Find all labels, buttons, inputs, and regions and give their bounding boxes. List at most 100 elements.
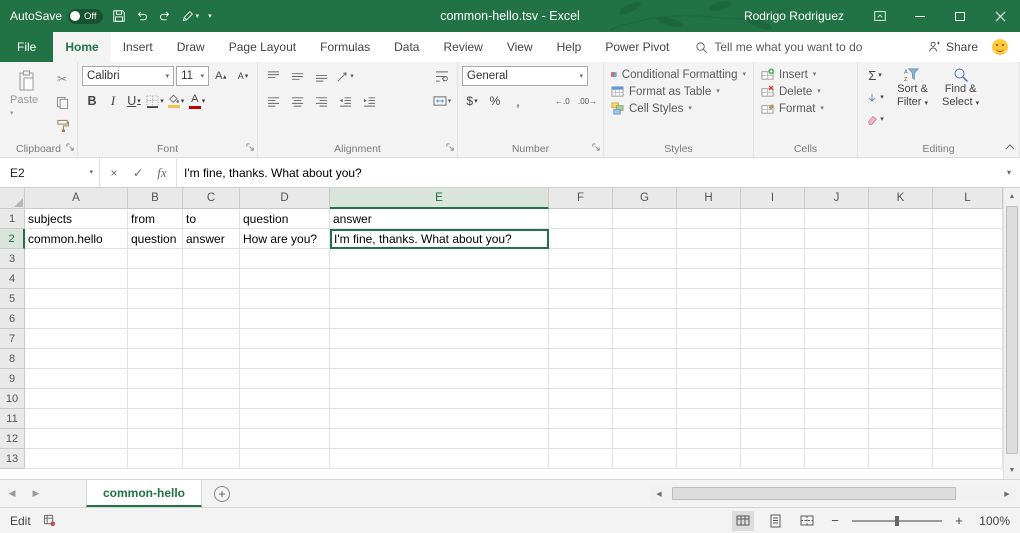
cell-I8[interactable] — [741, 349, 805, 369]
cell-A10[interactable] — [25, 389, 128, 409]
vertical-scroll-thumb[interactable] — [1006, 206, 1018, 454]
hscroll-left-button[interactable]: ◀ — [650, 485, 668, 502]
cell-E10[interactable] — [330, 389, 549, 409]
cell-H12[interactable] — [677, 429, 741, 449]
cell-I5[interactable] — [741, 289, 805, 309]
row-header-7[interactable]: 7 — [0, 329, 25, 349]
undo-button[interactable] — [135, 9, 149, 23]
fill-button[interactable]: ▾ — [862, 88, 888, 107]
column-header-J[interactable]: J — [805, 188, 869, 209]
zoom-in-button[interactable]: + — [952, 513, 966, 528]
zoom-slider-thumb[interactable] — [895, 516, 899, 526]
cell-G4[interactable] — [613, 269, 677, 289]
clipboard-dialog-launcher[interactable] — [66, 141, 75, 155]
tab-home[interactable]: Home — [53, 32, 110, 62]
column-header-H[interactable]: H — [677, 188, 741, 209]
tab-power-pivot[interactable]: Power Pivot — [593, 32, 681, 62]
decrease-font-size-button[interactable]: A▾ — [233, 66, 253, 86]
cell-K13[interactable] — [869, 449, 933, 469]
cell-L11[interactable] — [933, 409, 1003, 429]
cell-E2[interactable]: I'm fine, thanks. What about you? — [330, 229, 549, 249]
cell-A1[interactable]: subjects — [25, 209, 128, 229]
cell-K9[interactable] — [869, 369, 933, 389]
cell-J5[interactable] — [805, 289, 869, 309]
cell-H9[interactable] — [677, 369, 741, 389]
cell-K1[interactable] — [869, 209, 933, 229]
cell-B11[interactable] — [128, 409, 183, 429]
cell-L5[interactable] — [933, 289, 1003, 309]
cell-D5[interactable] — [240, 289, 330, 309]
cell-K2[interactable] — [869, 229, 933, 249]
conditional-formatting-button[interactable]: Conditional Formatting ▾ — [608, 66, 749, 83]
cell-F9[interactable] — [549, 369, 613, 389]
cell-F6[interactable] — [549, 309, 613, 329]
horizontal-scrollbar[interactable] — [668, 485, 998, 502]
cell-D9[interactable] — [240, 369, 330, 389]
row-header-9[interactable]: 9 — [0, 369, 25, 389]
increase-decimal-button[interactable]: ←.0 — [554, 91, 574, 111]
cell-L8[interactable] — [933, 349, 1003, 369]
cell-A4[interactable] — [25, 269, 128, 289]
increase-indent-button[interactable] — [358, 91, 380, 111]
formula-input[interactable]: I'm fine, thanks. What about you? — [177, 158, 998, 187]
cell-B6[interactable] — [128, 309, 183, 329]
cell-D8[interactable] — [240, 349, 330, 369]
cell-I9[interactable] — [741, 369, 805, 389]
cell-C6[interactable] — [183, 309, 240, 329]
tab-review[interactable]: Review — [431, 32, 494, 62]
fill-color-button[interactable]: ▾ — [166, 91, 186, 111]
cell-A7[interactable] — [25, 329, 128, 349]
enter-entry-button[interactable]: ✓ — [126, 166, 150, 180]
cell-G8[interactable] — [613, 349, 677, 369]
cell-J1[interactable] — [805, 209, 869, 229]
font-family-select[interactable]: Calibri ▾ — [82, 66, 174, 86]
cell-G9[interactable] — [613, 369, 677, 389]
cell-E7[interactable] — [330, 329, 549, 349]
cell-A3[interactable] — [25, 249, 128, 269]
cell-C2[interactable]: answer — [183, 229, 240, 249]
cell-B10[interactable] — [128, 389, 183, 409]
cell-D3[interactable] — [240, 249, 330, 269]
cell-D1[interactable]: question — [240, 209, 330, 229]
row-header-13[interactable]: 13 — [0, 449, 25, 469]
format-cells-button[interactable]: Format ▾ — [758, 100, 853, 117]
cell-E5[interactable] — [330, 289, 549, 309]
cell-C3[interactable] — [183, 249, 240, 269]
cell-A2[interactable]: common.hello — [25, 229, 128, 249]
cell-H7[interactable] — [677, 329, 741, 349]
tab-data[interactable]: Data — [382, 32, 431, 62]
cell-C1[interactable]: to — [183, 209, 240, 229]
new-sheet-button[interactable]: + — [214, 486, 230, 502]
cell-B9[interactable] — [128, 369, 183, 389]
decrease-decimal-button[interactable]: .00→ — [577, 91, 599, 111]
cell-E11[interactable] — [330, 409, 549, 429]
orientation-button[interactable]: ▾ — [334, 66, 356, 86]
cell-F4[interactable] — [549, 269, 613, 289]
column-header-A[interactable]: A — [25, 188, 128, 209]
page-layout-view-button[interactable] — [764, 511, 786, 531]
cell-K10[interactable] — [869, 389, 933, 409]
format-painter-button[interactable] — [51, 115, 73, 135]
row-header-8[interactable]: 8 — [0, 349, 25, 369]
font-dialog-launcher[interactable] — [246, 141, 255, 155]
hscroll-right-button[interactable]: ▶ — [998, 485, 1016, 502]
select-all-corner[interactable] — [0, 188, 25, 209]
borders-button[interactable]: ▾ — [145, 91, 165, 111]
cut-button[interactable]: ✂ — [51, 69, 73, 89]
cell-A5[interactable] — [25, 289, 128, 309]
cancel-entry-button[interactable]: × — [102, 166, 126, 180]
tab-draw[interactable]: Draw — [165, 32, 217, 62]
align-center-button[interactable] — [286, 91, 308, 111]
cell-styles-button[interactable]: Cell Styles ▾ — [608, 100, 749, 117]
name-box[interactable]: E2 ▾ — [0, 158, 100, 187]
scroll-down-button[interactable]: ▼ — [1004, 462, 1020, 479]
cell-H11[interactable] — [677, 409, 741, 429]
cell-D12[interactable] — [240, 429, 330, 449]
cell-F3[interactable] — [549, 249, 613, 269]
align-top-button[interactable] — [262, 66, 284, 86]
cell-L4[interactable] — [933, 269, 1003, 289]
cell-H10[interactable] — [677, 389, 741, 409]
pen-mode-button[interactable]: ▾ — [181, 10, 200, 23]
tab-help[interactable]: Help — [545, 32, 594, 62]
cell-L1[interactable] — [933, 209, 1003, 229]
